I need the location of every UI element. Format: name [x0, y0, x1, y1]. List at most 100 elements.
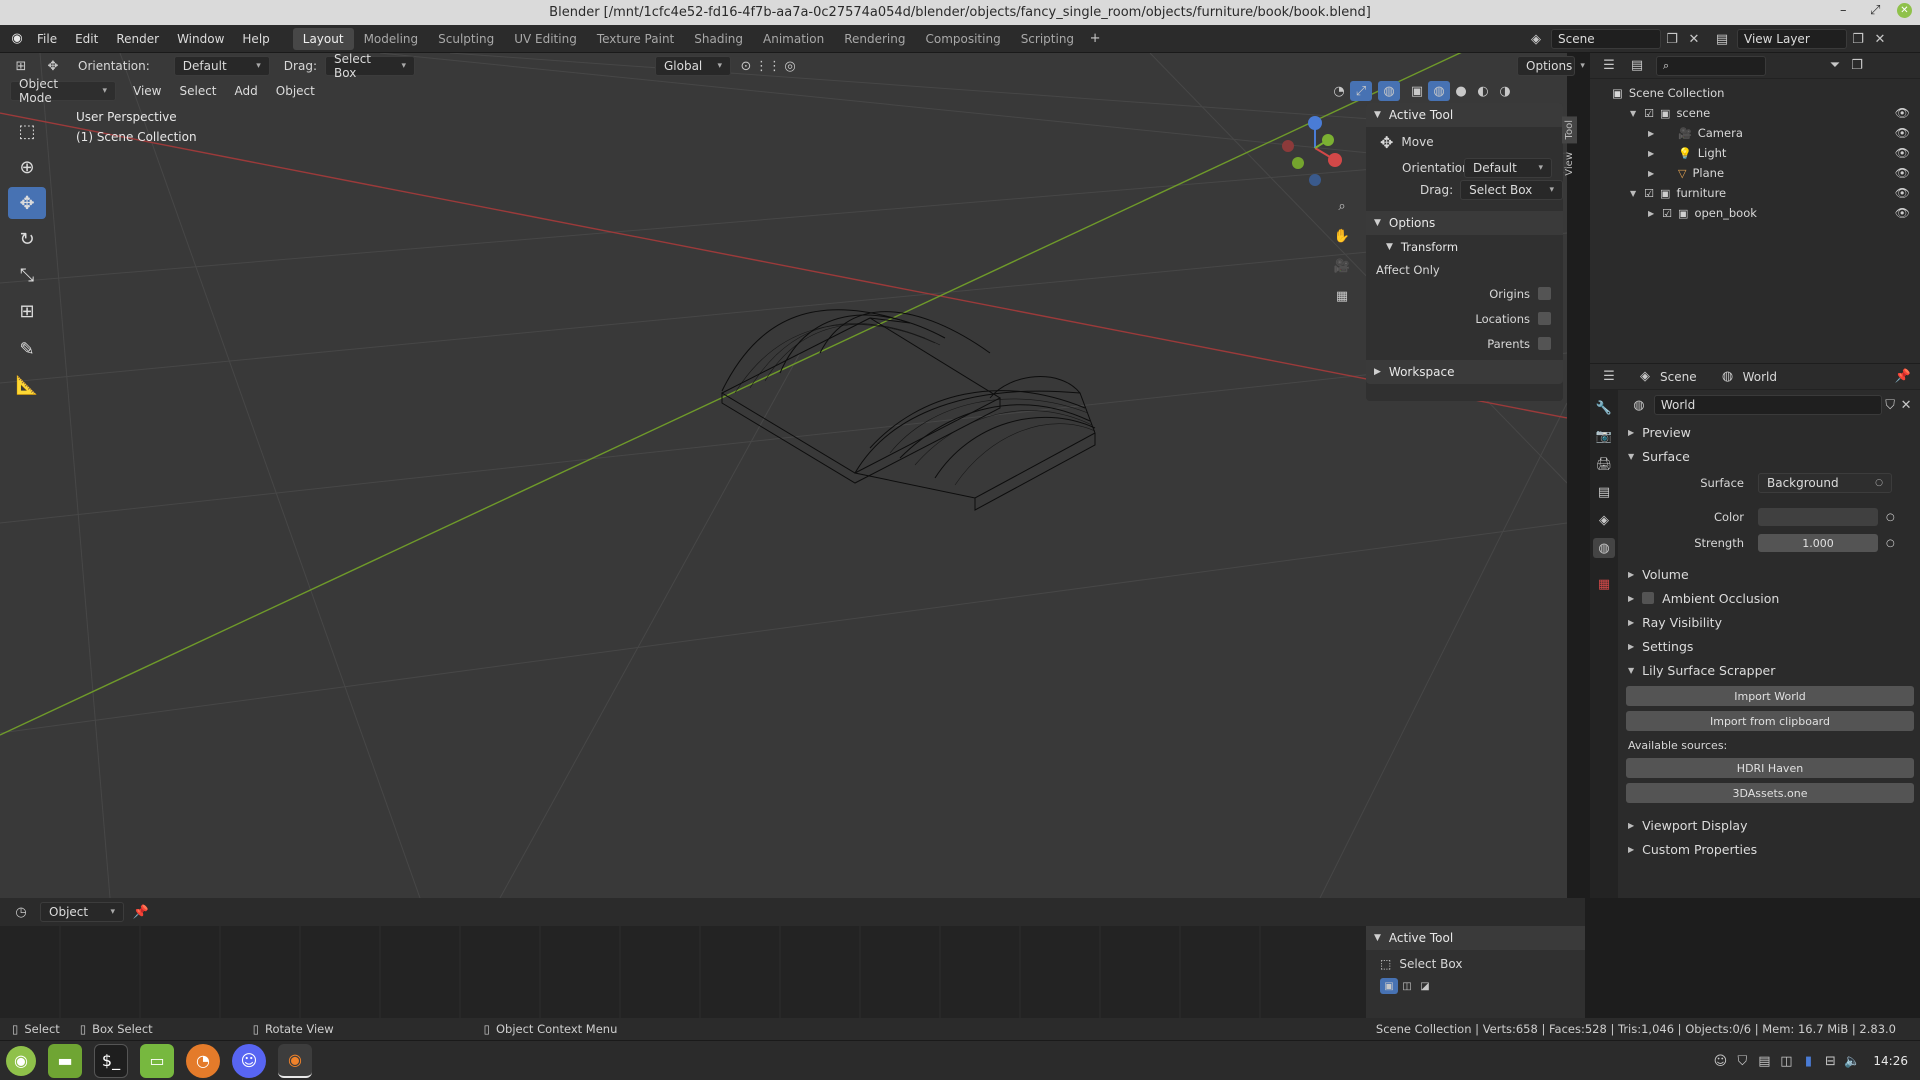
proportional-edit-icon[interactable]: ◎: [779, 56, 801, 76]
outliner-item-furniture[interactable]: ▼ ☑ ▣ furniture 👁: [1590, 183, 1920, 203]
annotate-tool-icon[interactable]: ✎: [8, 333, 46, 365]
navigation-gizmo[interactable]: [1270, 108, 1350, 192]
view-layer-icon[interactable]: ▤: [1711, 29, 1733, 49]
minimize-icon[interactable]: –: [1840, 3, 1847, 18]
parents-checkbox[interactable]: [1538, 337, 1551, 350]
lily-section[interactable]: ▼ Lily Surface Scrapper: [1628, 658, 1914, 682]
ao-checkbox[interactable]: [1642, 592, 1655, 604]
transform-subheader[interactable]: ▼ Transform: [1366, 235, 1563, 259]
surface-dropdown[interactable]: Background ○: [1758, 473, 1892, 493]
clipboard-icon[interactable]: ▤: [1753, 1051, 1775, 1071]
tab-sculpting[interactable]: Sculpting: [428, 28, 504, 50]
rendered-shading-icon[interactable]: ◑: [1494, 81, 1516, 101]
zoom-icon[interactable]: ⌕: [1331, 196, 1353, 216]
discord-icon[interactable]: ☺: [232, 1043, 266, 1078]
cursor-tool-icon[interactable]: ⊕: [8, 151, 46, 183]
tab-compositing[interactable]: Compositing: [915, 28, 1010, 50]
hdri-haven-button[interactable]: HDRI Haven: [1626, 758, 1914, 778]
world-browse-icon[interactable]: ◍: [1628, 395, 1650, 415]
transform-tool-icon[interactable]: ⊞: [8, 295, 46, 327]
3dassets-button[interactable]: 3DAssets.one: [1626, 783, 1914, 803]
timeline-object-dropdown[interactable]: Object ▾: [40, 902, 124, 922]
eye-icon[interactable]: 👁: [1895, 126, 1910, 140]
xray-icon[interactable]: ▣: [1406, 81, 1428, 101]
tab-scripting[interactable]: Scripting: [1011, 28, 1084, 50]
view-layer-tab-icon[interactable]: ▤: [1593, 482, 1615, 502]
options-dropdown[interactable]: Options ▾: [1517, 56, 1585, 76]
world-tab-button-icon[interactable]: ◍: [1593, 538, 1615, 558]
expand-triangle-icon[interactable]: ▼: [1630, 109, 1636, 118]
camera-view-icon[interactable]: 🎥: [1331, 256, 1353, 276]
ao-section[interactable]: ▶ Ambient Occlusion: [1628, 586, 1914, 610]
editor-type-icon[interactable]: ⊞: [10, 56, 32, 76]
shield-icon[interactable]: ⛉: [1731, 1051, 1753, 1071]
remove-world-icon[interactable]: ✕: [1898, 395, 1914, 415]
pivot-icon[interactable]: ⊙: [735, 56, 757, 76]
outliner-item-open-book[interactable]: ▶ ☑ ▣ open_book 👁: [1590, 203, 1920, 223]
fake-user-icon[interactable]: ⛉: [1882, 395, 1898, 415]
select-subtract-icon[interactable]: ◪: [1416, 978, 1434, 994]
tool-tab-icon[interactable]: 🔧: [1593, 398, 1615, 418]
outliner-search-input[interactable]: ⌕: [1656, 55, 1766, 76]
firefox-icon[interactable]: ◔: [186, 1043, 220, 1078]
tab-modeling[interactable]: Modeling: [354, 28, 429, 50]
outliner-item-camera[interactable]: ▶☑🎥Camera👁: [1590, 123, 1920, 143]
visibility-icon[interactable]: ◔: [1328, 81, 1350, 101]
select-new-icon[interactable]: ▣: [1380, 978, 1398, 994]
snap-icon[interactable]: ⋮⋮: [755, 56, 781, 76]
eye-icon[interactable]: 👁: [1895, 206, 1910, 220]
menu-file[interactable]: File: [28, 32, 66, 46]
remove-scene-icon[interactable]: ✕: [1683, 29, 1705, 49]
eye-icon[interactable]: 👁: [1895, 166, 1910, 180]
custom-properties-section[interactable]: ▶ Custom Properties: [1628, 837, 1914, 861]
network-icon[interactable]: ⊟: [1819, 1051, 1841, 1071]
viewport-menu-add[interactable]: Add: [226, 84, 267, 98]
ray-visibility-section[interactable]: ▶ Ray Visibility: [1628, 610, 1914, 634]
np-orientation-dropdown[interactable]: Default ▾: [1464, 158, 1552, 178]
exclude-checkbox-icon[interactable]: ☑: [1644, 107, 1654, 120]
object-mode-dropdown[interactable]: Object Mode ▾: [10, 77, 116, 105]
locations-checkbox[interactable]: [1538, 312, 1551, 325]
orientation-dropdown[interactable]: Default ▾: [173, 56, 270, 76]
outliner-editor-icon[interactable]: ☰: [1598, 56, 1620, 76]
viewport-menu-select[interactable]: Select: [170, 84, 225, 98]
tab-view[interactable]: View: [1562, 148, 1577, 180]
outliner-item-plane[interactable]: ▶☑▽Plane👁: [1590, 163, 1920, 183]
display-mode-icon[interactable]: ▤: [1626, 56, 1648, 76]
expand-triangle-icon[interactable]: ▶: [1648, 129, 1654, 138]
tab-rendering[interactable]: Rendering: [834, 28, 915, 50]
new-scene-icon[interactable]: ❐: [1661, 29, 1683, 49]
timeline-active-tool-header[interactable]: ▼ Active Tool: [1366, 926, 1585, 950]
viewport-menu-view[interactable]: View: [124, 84, 170, 98]
menu-render[interactable]: Render: [107, 32, 168, 46]
import-world-button[interactable]: Import World: [1626, 686, 1914, 706]
tab-scene[interactable]: Scene: [1660, 370, 1697, 384]
blender-taskbar-icon[interactable]: ◉: [278, 1043, 312, 1078]
options-header[interactable]: ▼ Options: [1366, 211, 1563, 235]
select-box-tool-icon[interactable]: ⬚: [8, 115, 46, 147]
wireframe-shading-icon[interactable]: ◍: [1428, 81, 1450, 101]
transform-orientation-dropdown[interactable]: Global ▾: [654, 56, 731, 76]
settings-section[interactable]: ▶ Settings: [1628, 634, 1914, 658]
update-icon[interactable]: ◫: [1775, 1051, 1797, 1071]
eye-icon[interactable]: 👁: [1895, 146, 1910, 160]
tab-uv-editing[interactable]: UV Editing: [504, 28, 587, 50]
expand-triangle-icon[interactable]: ▶: [1648, 149, 1654, 158]
overlay-icon[interactable]: ◍: [1378, 81, 1400, 101]
tab-texture-paint[interactable]: Texture Paint: [587, 28, 684, 50]
tab-animation[interactable]: Animation: [753, 28, 834, 50]
scene-field[interactable]: Scene: [1551, 29, 1661, 49]
eye-icon[interactable]: 👁: [1895, 106, 1910, 120]
tab-tool[interactable]: Tool: [1562, 116, 1577, 144]
pin-icon[interactable]: 📌: [130, 902, 152, 922]
scene-tab-button-icon[interactable]: ◈: [1593, 510, 1615, 530]
new-view-layer-icon[interactable]: ❐: [1847, 29, 1869, 49]
np-drag-dropdown[interactable]: Select Box ▾: [1460, 180, 1563, 200]
grid-view-icon[interactable]: ▦: [1331, 286, 1353, 306]
color-socket-icon[interactable]: ○: [1886, 512, 1895, 523]
show-desktop-icon[interactable]: ▬: [48, 1043, 82, 1078]
exclude-checkbox-icon[interactable]: ☑: [1662, 207, 1672, 220]
blender-logo-icon[interactable]: ◉: [6, 29, 28, 49]
preview-section[interactable]: ▶ Preview: [1628, 420, 1914, 444]
outliner-root[interactable]: ▣ Scene Collection: [1590, 83, 1920, 103]
